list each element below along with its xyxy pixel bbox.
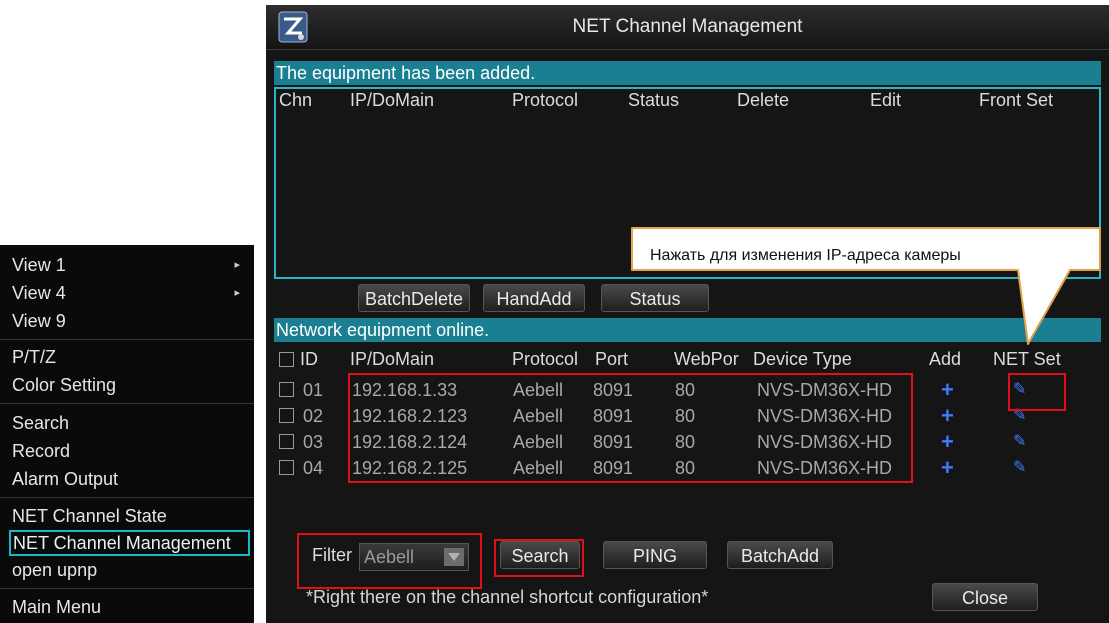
add-icon[interactable]: + [941,430,954,454]
title-bar: NET Channel Management [266,5,1109,50]
menu-item-label: Color Setting [12,375,117,395]
hint-text: *Right there on the channel shortcut con… [306,587,709,607]
menu-item-main-menu[interactable]: Main Menu [12,595,246,619]
edit-pencil-icon[interactable]: ✎ [1013,456,1026,480]
col-header-edit: Edit [870,90,902,110]
menu-item-label: View 1 [12,255,66,275]
highlight-search-button [494,539,584,577]
add-icon[interactable]: + [941,404,954,428]
batch-delete-button[interactable]: BatchDelete [358,284,470,312]
col-header-webport: WebPor [674,349,739,369]
add-icon[interactable]: + [941,378,954,402]
dialog-title: NET Channel Management [572,16,803,37]
menu-divider [0,339,254,340]
row-checkbox[interactable] [279,382,294,397]
row-id: 01 [303,380,324,400]
menu-item-label: Alarm Output [12,469,119,489]
col-header-protocol: Protocol [512,90,579,110]
row-checkbox[interactable] [279,460,294,475]
menu-item-label: View 4 [12,283,66,303]
edit-pencil-icon[interactable]: ✎ [1013,430,1026,454]
hand-add-button[interactable]: HandAdd [483,284,585,312]
menu-item-label: Main Menu [12,597,102,617]
menu-item-label: P/T/Z [12,347,56,367]
menu-item-record[interactable]: Record [12,439,246,463]
callout-text: Нажать для изменения IP-адреса камеры [650,247,961,264]
close-button[interactable]: Close [932,583,1038,611]
ping-button[interactable]: PING [603,541,707,569]
col-header-status: Status [628,90,680,110]
col-header-ip: IP/DoMain [350,90,435,110]
highlight-net-set-cell [1008,373,1066,411]
menu-item-label: Search [12,413,70,433]
menu-divider [0,497,254,498]
menu-divider [0,588,254,589]
add-icon[interactable]: + [941,456,954,480]
menu-item-label: Record [12,441,71,461]
menu-divider [0,403,254,404]
menu-item-net-channel-state[interactable]: NET Channel State [12,504,246,528]
menu-item-color-setting[interactable]: Color Setting [12,373,246,397]
batch-add-button[interactable]: BatchAdd [727,541,833,569]
col-header-ip: IP/DoMain [350,349,435,369]
menu-item-label: NET Channel State [12,506,167,526]
menu-item-alarm-output[interactable]: Alarm Output [12,467,246,491]
col-header-chn: Chn [279,90,313,110]
menu-item-label: NET Channel Management [13,533,231,553]
menu-item-view-1[interactable]: View 1 ▸ [12,253,246,277]
row-id: 03 [303,432,324,452]
menu-item-view-4[interactable]: View 4 ▸ [12,281,246,305]
row-checkbox[interactable] [279,408,294,423]
row-checkbox[interactable] [279,434,294,449]
row-id: 04 [303,458,324,478]
highlight-device-rows [348,373,913,483]
menu-item-view-9[interactable]: View 9 [12,309,246,333]
col-header-delete: Delete [737,90,790,110]
col-header-device-type: Device Type [753,349,852,369]
submenu-arrow-icon: ▸ [234,287,240,299]
context-menu: View 1 ▸ View 4 ▸ View 9 P/T/Z Color Set… [0,245,254,623]
menu-item-open-upnp[interactable]: open upnp [12,558,246,582]
callout-bubble [631,227,1101,345]
col-header-front-set: Front Set [979,90,1054,110]
menu-item-label: View 9 [12,311,66,331]
added-section-heading: The equipment has been added. [274,61,1101,85]
col-header-add: Add [929,349,962,369]
select-all-checkbox[interactable] [279,352,294,367]
col-header-net-set: NET Set [993,349,1061,369]
menu-item-net-channel-management[interactable]: NET Channel Management [9,530,250,556]
menu-item-search[interactable]: Search [12,411,246,435]
menu-item-label: open upnp [12,560,98,580]
row-id: 02 [303,406,324,426]
submenu-arrow-icon: ▸ [234,259,240,271]
col-header-port: Port [595,349,629,369]
col-header-protocol: Protocol [512,349,579,369]
col-header-id: ID [300,349,318,369]
highlight-filter [297,533,482,589]
menu-item-ptz[interactable]: P/T/Z [12,345,246,369]
